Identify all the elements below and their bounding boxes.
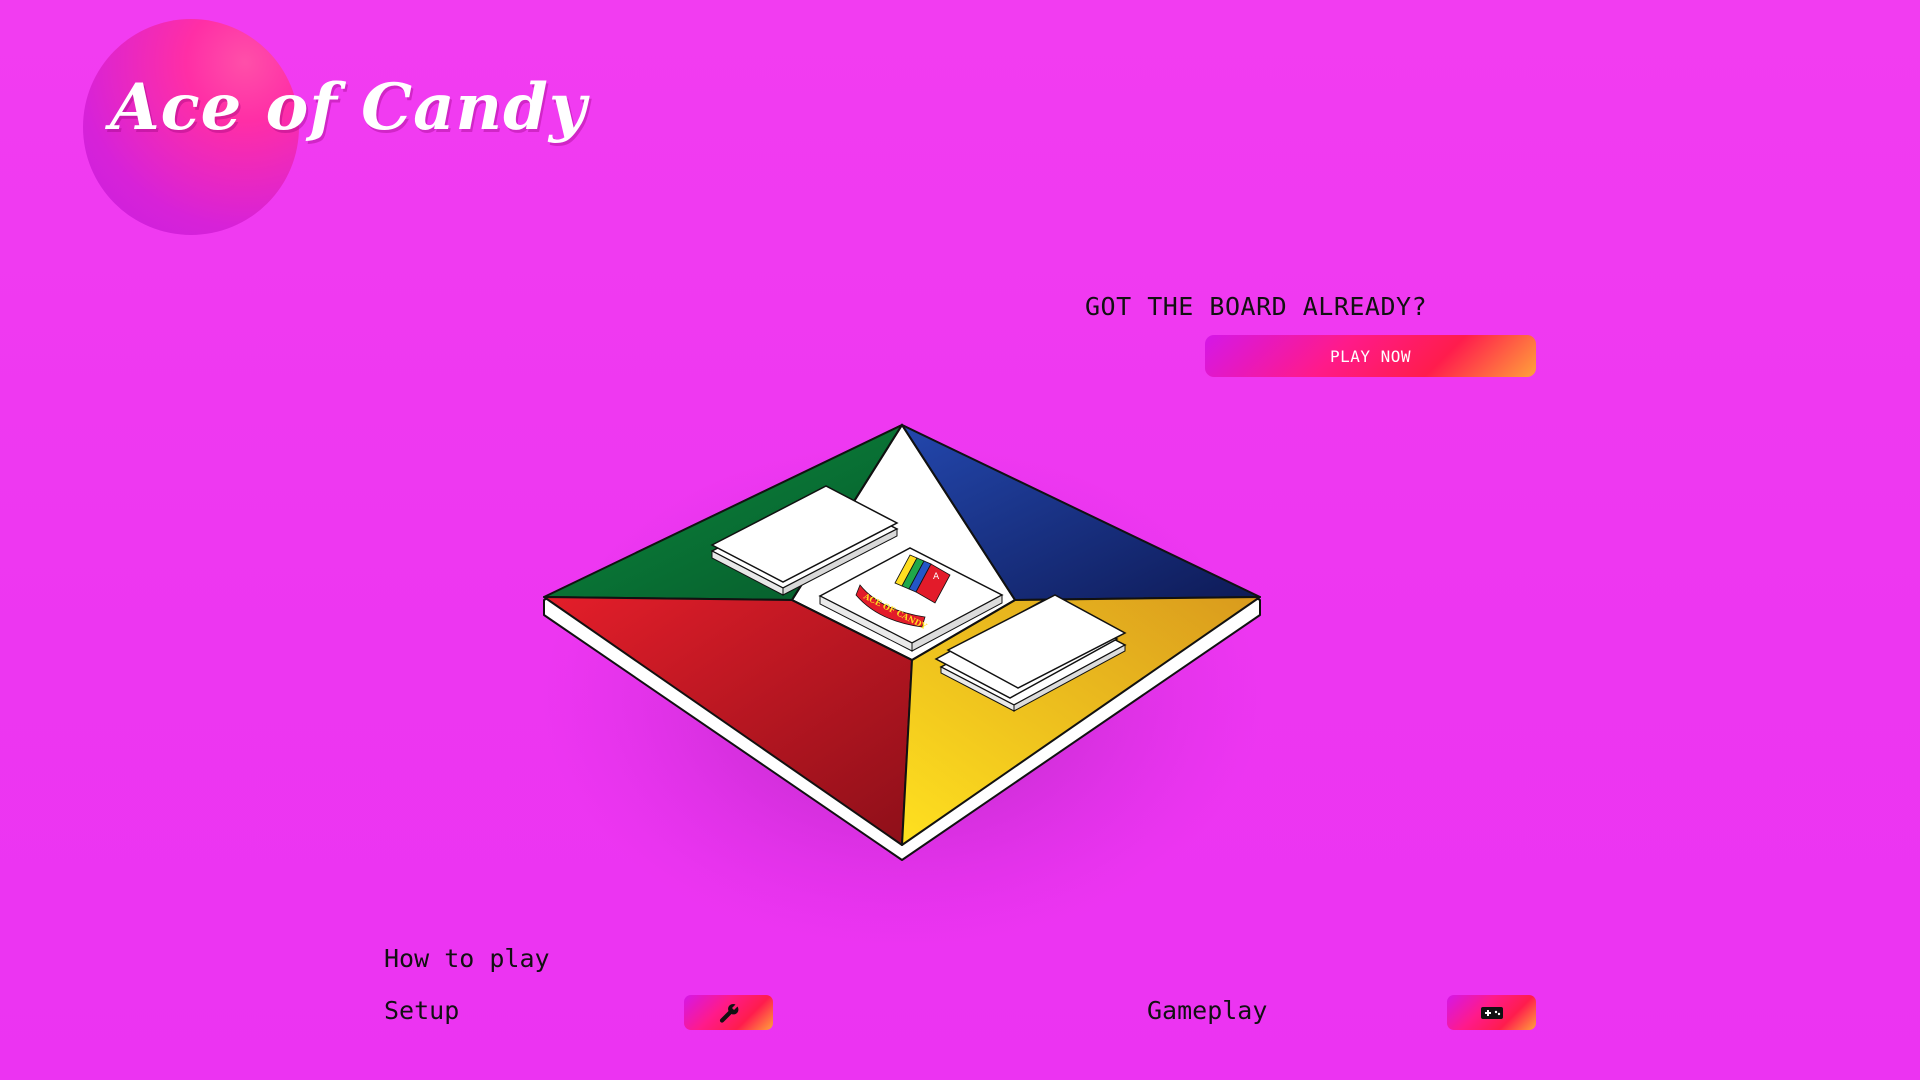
setup-label: Setup — [384, 996, 460, 1025]
game-board-illustration: A ACE OF CANDY — [470, 395, 1370, 995]
gameplay-button[interactable] — [1447, 995, 1536, 1030]
cta-heading: GOT THE BOARD ALREADY? — [1085, 292, 1428, 321]
center-card-corner-letter: A — [933, 572, 940, 582]
board-svg: A ACE OF CANDY — [542, 423, 1262, 950]
gamepad-icon — [1480, 1005, 1504, 1021]
wrench-icon — [717, 1001, 741, 1025]
play-now-button[interactable]: PLAY NOW — [1205, 335, 1536, 377]
setup-button[interactable] — [684, 995, 773, 1030]
how-to-play-heading: How to play — [384, 944, 550, 973]
app-logo-title: Ace of Candy — [110, 70, 587, 145]
gameplay-label: Gameplay — [1147, 996, 1268, 1025]
